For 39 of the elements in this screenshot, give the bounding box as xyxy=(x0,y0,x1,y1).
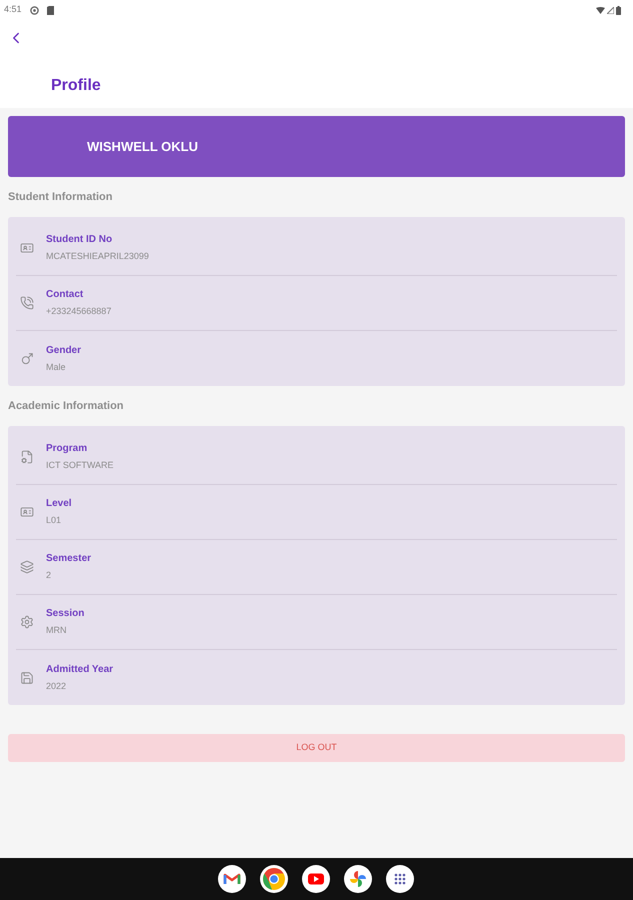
play-icon[interactable] xyxy=(302,865,330,893)
field-value: MRN xyxy=(46,624,68,637)
browser-icon[interactable] xyxy=(260,865,288,893)
male-symbol-icon xyxy=(20,352,34,366)
mail-icon[interactable] xyxy=(218,865,246,893)
field-label: Admitted Year xyxy=(46,662,114,676)
settings-icon xyxy=(20,615,34,629)
battery-icon xyxy=(616,6,621,14)
field-value: ICT SOFTWARE xyxy=(46,459,114,472)
signal-icon xyxy=(607,6,614,14)
field-label: Level xyxy=(46,497,72,511)
phone-icon xyxy=(20,296,34,310)
section-heading: Student Information xyxy=(8,190,112,205)
status-time: 4:51 xyxy=(4,3,22,16)
logout-button[interactable]: LOG OUT xyxy=(8,734,625,762)
field-label: Student ID No xyxy=(46,233,114,247)
field-value: Male xyxy=(46,360,67,374)
field-value: L01 xyxy=(46,514,62,527)
page-title: Profile xyxy=(51,76,101,96)
layers-icon xyxy=(20,560,34,574)
field-value: 2022 xyxy=(46,680,68,692)
field-label: Contact xyxy=(46,288,84,302)
file-gear-icon xyxy=(20,450,34,464)
field-label: Session xyxy=(46,607,84,621)
id-card-icon xyxy=(20,505,34,519)
field-value: MCATESHIEAPRIL23099 xyxy=(46,250,149,263)
field-value: 2 xyxy=(46,569,52,582)
app-grid-icon[interactable] xyxy=(386,865,414,893)
field-label: Semester xyxy=(46,552,92,566)
sim-card-icon xyxy=(46,6,54,14)
id-card-icon xyxy=(20,241,34,255)
status-circle-icon xyxy=(30,6,39,14)
field-value: +233245668887 xyxy=(46,305,112,318)
pinwheel-icon[interactable] xyxy=(344,865,372,893)
student-name: WISHWELL OKLU xyxy=(87,138,198,156)
field-label: Program xyxy=(46,442,88,456)
wifi-icon xyxy=(596,6,605,14)
section-heading: Academic Information xyxy=(8,398,124,414)
field-label: Gender xyxy=(46,344,82,358)
